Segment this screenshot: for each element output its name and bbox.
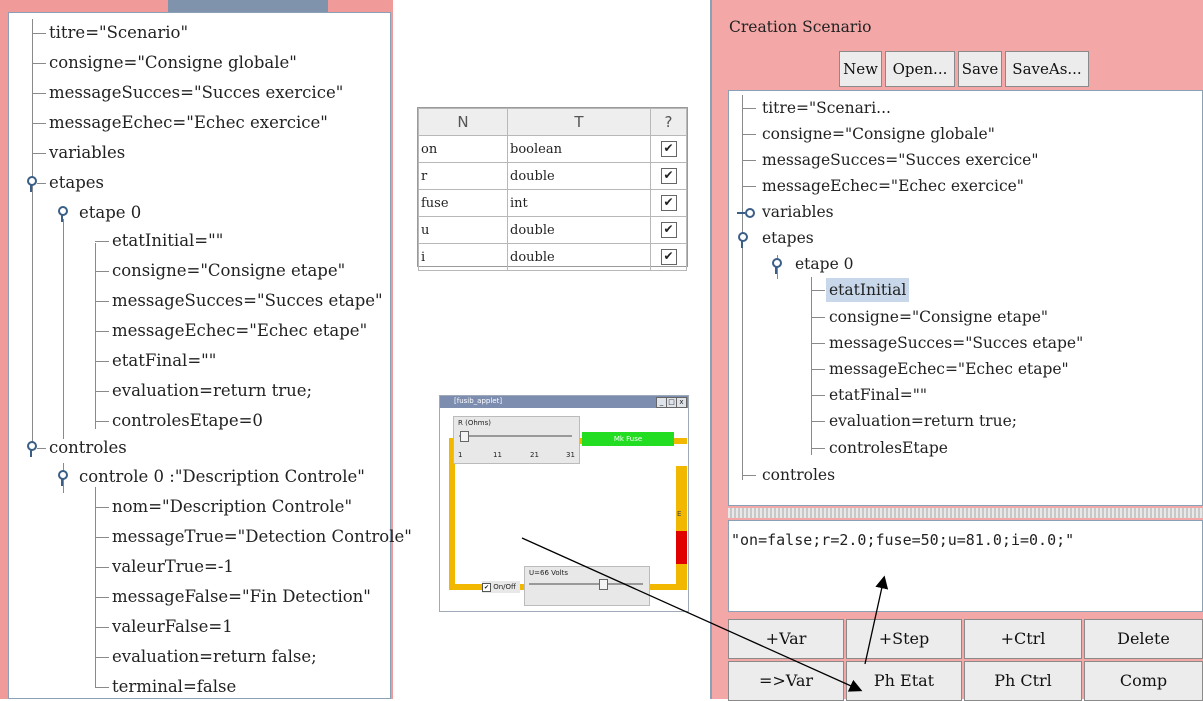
arrow-ph-etat-to-state bbox=[864, 575, 889, 665]
annotation-arrows bbox=[521, 537, 889, 692]
arrow-applet-to-ph-etat bbox=[521, 537, 863, 692]
